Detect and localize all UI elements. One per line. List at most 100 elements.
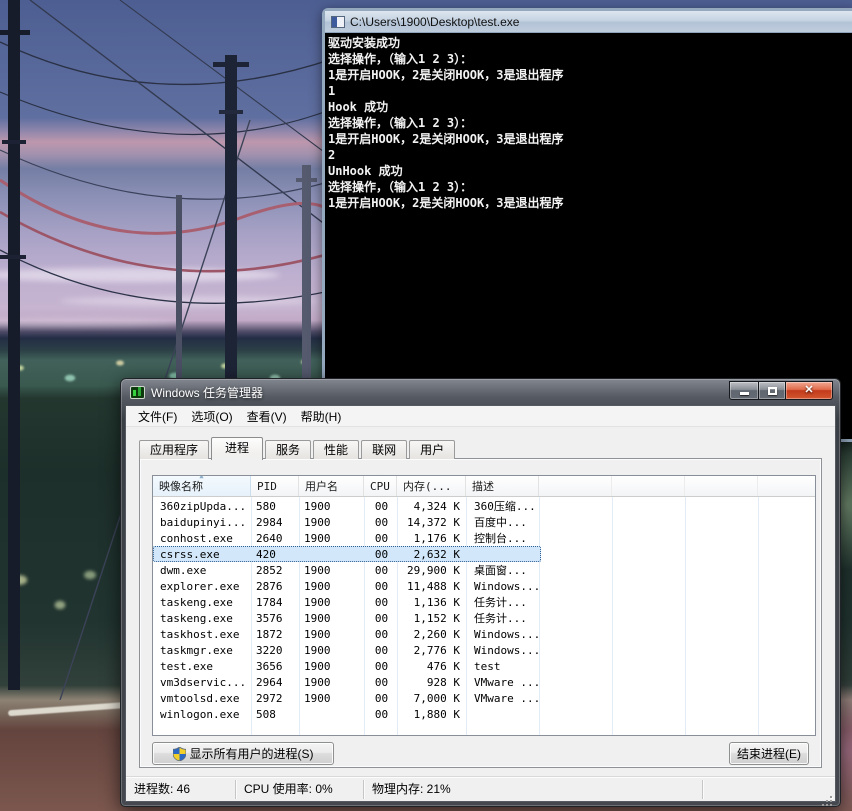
- process-row-testexe[interactable]: test.exe 3656 1900 00 476 K test: [153, 658, 541, 674]
- cell-memory: 2,776 K: [413, 643, 460, 657]
- maximize-button[interactable]: [758, 381, 786, 400]
- table-header-row: 映像名称 ▲ PID 用户名 CPU 内存(... 描述: [153, 476, 815, 497]
- cell-cpu: 00: [374, 659, 389, 673]
- cell-cpu: 00: [374, 691, 389, 705]
- console-window[interactable]: C:\Users\1900\Desktop\test.exe 驱动安装成功 选择操…: [322, 8, 852, 442]
- cell-user-name: 1900: [304, 595, 331, 609]
- status-physical-memory: 物理内存: 21%: [364, 779, 703, 799]
- cell-description: test: [474, 659, 501, 673]
- table-body: 360zipUpda... 580 1900 00 4,324 K 360压缩... bai…: [153, 497, 815, 722]
- column-header-pid[interactable]: PID: [251, 476, 299, 496]
- process-row-vm3dservic[interactable]: vm3dservic... 2964 1900 00 928 K VMware ...: [153, 674, 541, 690]
- cell-image-name: csrss.exe: [160, 547, 220, 561]
- uac-shield-icon: [172, 746, 186, 761]
- console-line: Hook 成功: [328, 100, 389, 114]
- menu-view[interactable]: 查看(V): [240, 406, 294, 427]
- cell-memory: 1,176 K: [413, 531, 460, 545]
- column-header-empty: [685, 476, 758, 496]
- cell-user-name: 1900: [304, 691, 331, 705]
- tab-services[interactable]: 服务: [265, 440, 312, 459]
- console-line: 1: [328, 84, 336, 98]
- show-all-users-button[interactable]: 显示所有用户的进程(S): [152, 742, 334, 765]
- tab-networking[interactable]: 联网: [361, 440, 408, 459]
- column-header-label: 描述: [472, 480, 494, 493]
- process-row-winlogonexe[interactable]: winlogon.exe 508 00 1,880 K: [153, 706, 541, 722]
- console-line: 1是开启HOOK，2是关闭HOOK，3是退出程序: [328, 196, 564, 210]
- column-header-user-name[interactable]: 用户名: [299, 476, 364, 496]
- taskmgr-window-title: Windows 任务管理器: [151, 385, 264, 400]
- menu-options[interactable]: 选项(O): [184, 406, 239, 427]
- minimize-button[interactable]: [729, 381, 759, 400]
- console-titlebar[interactable]: C:\Users\1900\Desktop\test.exe: [325, 11, 852, 33]
- column-header-label: 映像名称: [159, 480, 203, 493]
- cell-description: 360压缩...: [474, 500, 536, 513]
- cell-cpu: 00: [374, 627, 389, 641]
- resize-grip-icon[interactable]: [821, 787, 833, 799]
- console-line: 选择操作，（输入1 2 3）：: [328, 116, 473, 130]
- cell-image-name: conhost.exe: [160, 531, 233, 545]
- cell-user-name: 1900: [304, 611, 331, 625]
- cell-description: 任务计...: [474, 612, 527, 625]
- cell-memory: 1,880 K: [413, 707, 460, 721]
- taskmgr-titlebar[interactable]: Windows 任务管理器 ✕: [121, 379, 840, 405]
- process-row-taskmgrexe[interactable]: taskmgr.exe 3220 1900 00 2,776 K Windows...: [153, 642, 541, 658]
- process-row-explorerexe[interactable]: explorer.exe 2876 1900 00 11,488 K Windows...: [153, 578, 541, 594]
- cell-cpu: 00: [374, 675, 389, 689]
- process-row-taskengexe[interactable]: taskeng.exe 3576 1900 00 1,152 K 任务计...: [153, 610, 541, 626]
- cell-pid: 1872: [256, 627, 283, 641]
- cell-pid: 2876: [256, 579, 283, 593]
- process-row-conhostexe[interactable]: conhost.exe 2640 1900 00 1,176 K 控制台...: [153, 530, 541, 546]
- status-bar: 进程数: 46 CPU 使用率: 0% 物理内存: 21%: [126, 776, 835, 801]
- cell-user-name: 1900: [304, 643, 331, 657]
- cell-pid: 3220: [256, 643, 283, 657]
- process-row-360zipupda[interactable]: 360zipUpda... 580 1900 00 4,324 K 360压缩...: [153, 498, 541, 514]
- cell-memory: 928 K: [426, 675, 460, 689]
- process-row-csrssexe[interactable]: csrss.exe 420 00 2,632 K: [153, 546, 541, 562]
- minimize-icon: [739, 392, 749, 395]
- process-row-taskengexe[interactable]: taskeng.exe 1784 1900 00 1,136 K 任务计...: [153, 594, 541, 610]
- tab-applications[interactable]: 应用程序: [139, 440, 210, 459]
- column-header-image-name[interactable]: 映像名称 ▲: [153, 476, 251, 496]
- process-row-taskhostexe[interactable]: taskhost.exe 1872 1900 00 2,260 K Windows...: [153, 626, 541, 642]
- close-button[interactable]: ✕: [785, 381, 833, 400]
- process-table[interactable]: 映像名称 ▲ PID 用户名 CPU 内存(... 描述 360zipUpda... 580 1…: [152, 475, 816, 736]
- cell-description: 桌面窗...: [474, 564, 527, 577]
- cell-image-name: taskmgr.exe: [160, 643, 233, 657]
- menu-file[interactable]: 文件(F): [131, 406, 184, 427]
- cell-pid: 2972: [256, 691, 283, 705]
- process-row-vmtoolsdexe[interactable]: vmtoolsd.exe 2972 1900 00 7,000 K VMware ...: [153, 690, 541, 706]
- column-header-empty: [612, 476, 685, 496]
- cell-memory: 1,136 K: [413, 595, 460, 609]
- cell-image-name: dwm.exe: [160, 563, 207, 577]
- cell-pid: 3576: [256, 611, 283, 625]
- status-cpu-usage: CPU 使用率: 0%: [236, 779, 364, 799]
- cell-memory: 14,372 K: [407, 515, 460, 529]
- menu-help[interactable]: 帮助(H): [294, 406, 349, 427]
- taskmgr-window[interactable]: Windows 任务管理器 ✕ 文件(F) 选项(O) 查看(V) 帮助(H) 应用程…: [120, 378, 841, 807]
- column-header-description[interactable]: 描述: [466, 476, 539, 496]
- road-curb-line: [7, 701, 131, 717]
- cell-memory: 29,900 K: [407, 563, 460, 577]
- column-header-memory[interactable]: 内存(...: [397, 476, 466, 496]
- tab-processes[interactable]: 进程: [211, 437, 264, 460]
- tab-strip: 应用程序 进程 服务 性能 联网 用户: [139, 436, 457, 460]
- cell-cpu: 00: [374, 499, 389, 513]
- cell-memory: 1,152 K: [413, 611, 460, 625]
- cell-image-name: taskhost.exe: [160, 627, 240, 641]
- desktop: C:\Users\1900\Desktop\test.exe 驱动安装成功 选择操…: [0, 0, 852, 811]
- cell-user-name: 1900: [304, 499, 331, 513]
- process-row-dwmexe[interactable]: dwm.exe 2852 1900 00 29,900 K 桌面窗...: [153, 562, 541, 578]
- tab-performance[interactable]: 性能: [313, 440, 360, 459]
- console-line: UnHook 成功: [328, 164, 403, 178]
- cell-description: 控制台...: [474, 532, 527, 545]
- process-row-baidupinyi[interactable]: baidupinyi... 2984 1900 00 14,372 K 百度中...: [153, 514, 541, 530]
- cell-cpu: 00: [374, 643, 389, 657]
- cell-pid: 2964: [256, 675, 283, 689]
- cell-user-name: 1900: [304, 659, 331, 673]
- end-process-button[interactable]: 结束进程(E): [729, 742, 809, 765]
- tab-users[interactable]: 用户: [409, 440, 456, 459]
- column-header-cpu[interactable]: CPU: [364, 476, 397, 496]
- cell-pid: 2984: [256, 515, 283, 529]
- cell-memory: 4,324 K: [413, 499, 460, 513]
- taskmgr-client-area: 应用程序 进程 服务 性能 联网 用户 映像名称 ▲ PID 用户名 CPU 内存(... 描述 36…: [126, 427, 835, 776]
